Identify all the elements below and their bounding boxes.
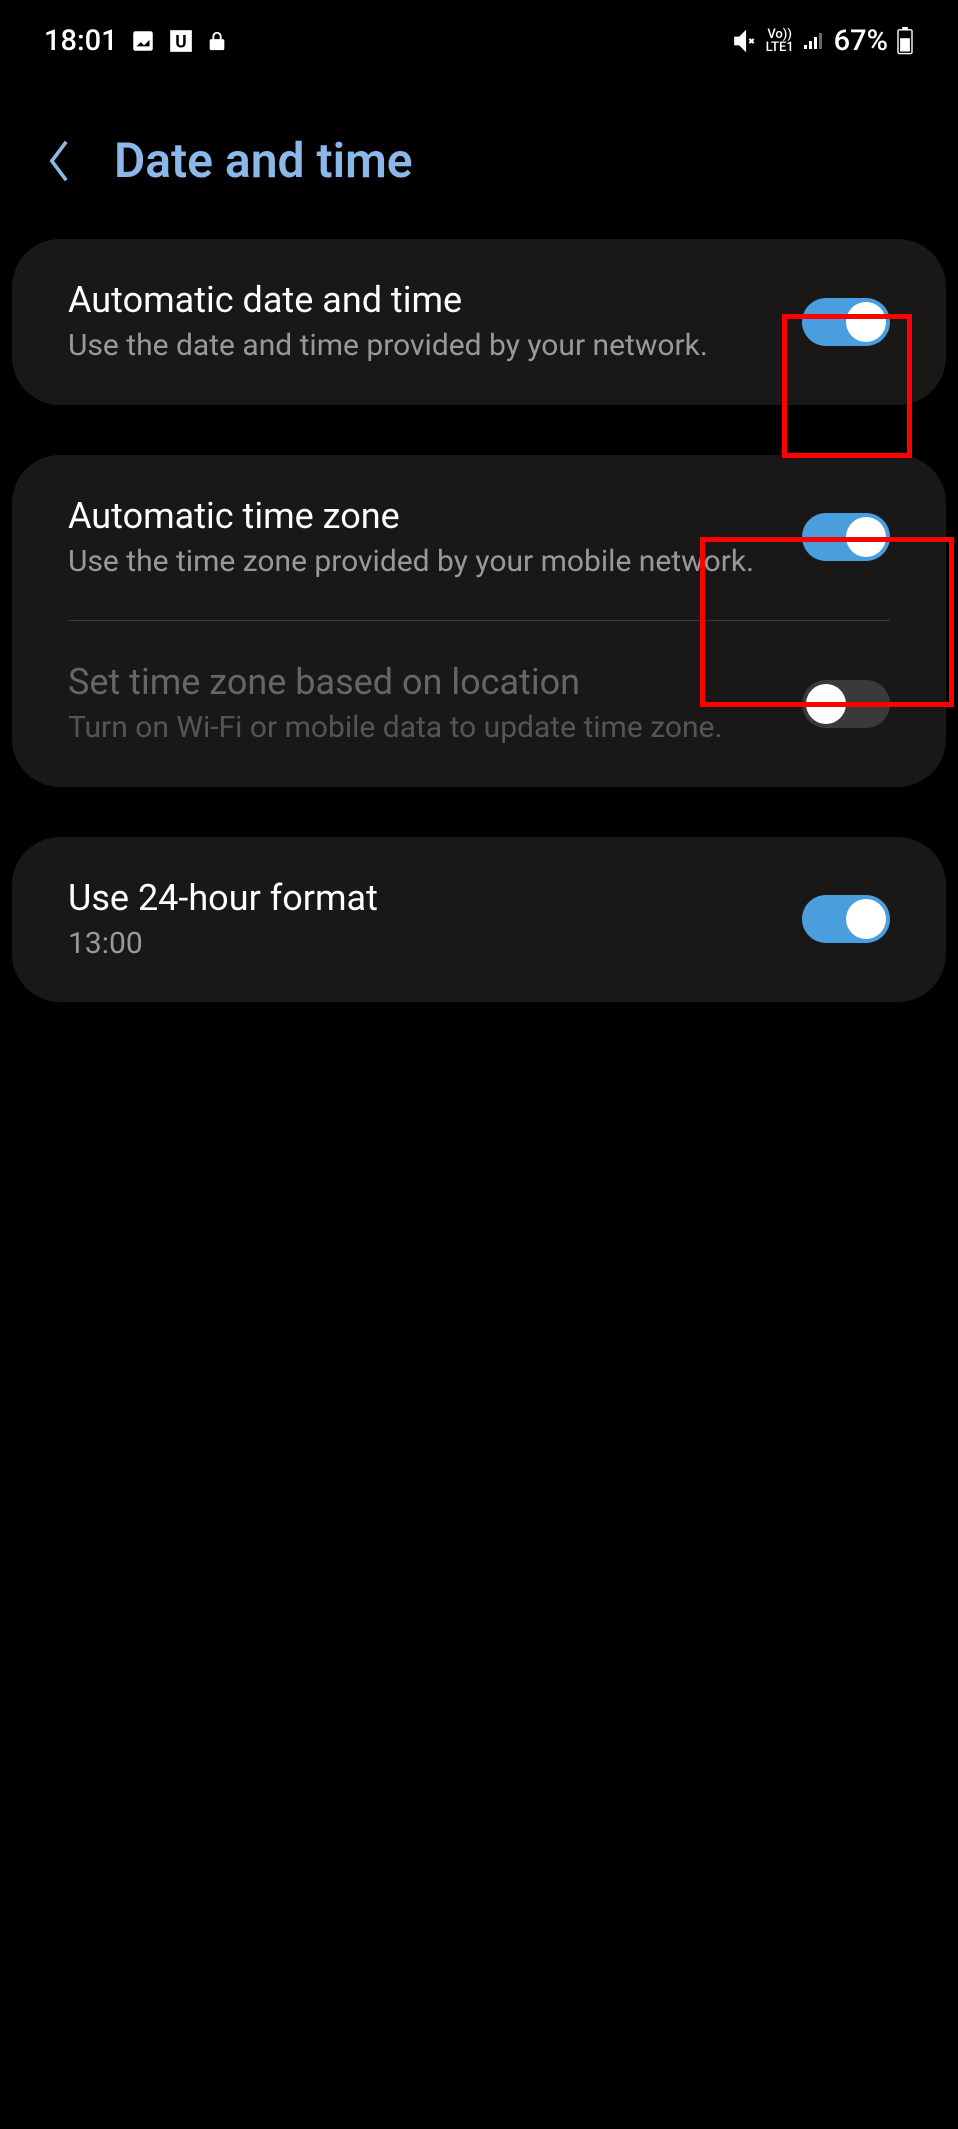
status-bar: 18:01 U Vo))LTE1 67% [0, 0, 958, 82]
status-time: 18:01 [44, 24, 118, 58]
setting-subtitle: Turn on Wi-Fi or mobile data to update t… [68, 709, 782, 747]
toggle-auto-timezone[interactable] [802, 513, 890, 561]
image-icon [130, 28, 156, 54]
battery-percent: 67% [834, 24, 888, 58]
toggle-location-timezone [802, 680, 890, 728]
card-timezone: Automatic time zone Use the time zone pr… [12, 455, 946, 787]
status-bar-left: 18:01 U [44, 24, 228, 58]
setting-subtitle: 13:00 [68, 925, 782, 963]
setting-text: Automatic date and time Use the date and… [68, 279, 802, 365]
setting-text: Set time zone based on location Turn on … [68, 661, 802, 747]
setting-title: Set time zone based on location [68, 661, 782, 703]
row-hour-format[interactable]: Use 24-hour format 13:00 [12, 837, 946, 1003]
setting-subtitle: Use the time zone provided by your mobil… [68, 543, 782, 581]
row-auto-datetime[interactable]: Automatic date and time Use the date and… [12, 239, 946, 405]
toggle-knob [846, 302, 886, 342]
page-header: Date and time [0, 82, 958, 239]
setting-title: Automatic time zone [68, 495, 782, 537]
status-bar-right: Vo))LTE1 67% [732, 24, 914, 58]
toggle-knob [846, 517, 886, 557]
card-hour-format: Use 24-hour format 13:00 [12, 837, 946, 1003]
toggle-hour-format[interactable] [802, 895, 890, 943]
row-location-timezone: Set time zone based on location Turn on … [12, 621, 946, 787]
battery-icon [896, 27, 914, 55]
lock-icon [206, 28, 228, 54]
card-auto-datetime: Automatic date and time Use the date and… [12, 239, 946, 405]
lte-indicator: Vo))LTE1 [766, 28, 794, 54]
page-title: Date and time [114, 132, 413, 189]
toggle-knob [806, 684, 846, 724]
setting-text: Automatic time zone Use the time zone pr… [68, 495, 802, 581]
signal-icon [802, 29, 826, 53]
setting-text: Use 24-hour format 13:00 [68, 877, 802, 963]
row-auto-timezone[interactable]: Automatic time zone Use the time zone pr… [12, 455, 946, 621]
mute-icon [732, 28, 758, 54]
toggle-knob [846, 899, 886, 939]
setting-title: Automatic date and time [68, 279, 782, 321]
svg-text:U: U [175, 33, 186, 53]
setting-title: Use 24-hour format [68, 877, 782, 919]
setting-subtitle: Use the date and time provided by your n… [68, 327, 782, 365]
toggle-auto-datetime[interactable] [802, 298, 890, 346]
u-icon: U [168, 28, 194, 54]
back-icon[interactable] [44, 137, 74, 185]
